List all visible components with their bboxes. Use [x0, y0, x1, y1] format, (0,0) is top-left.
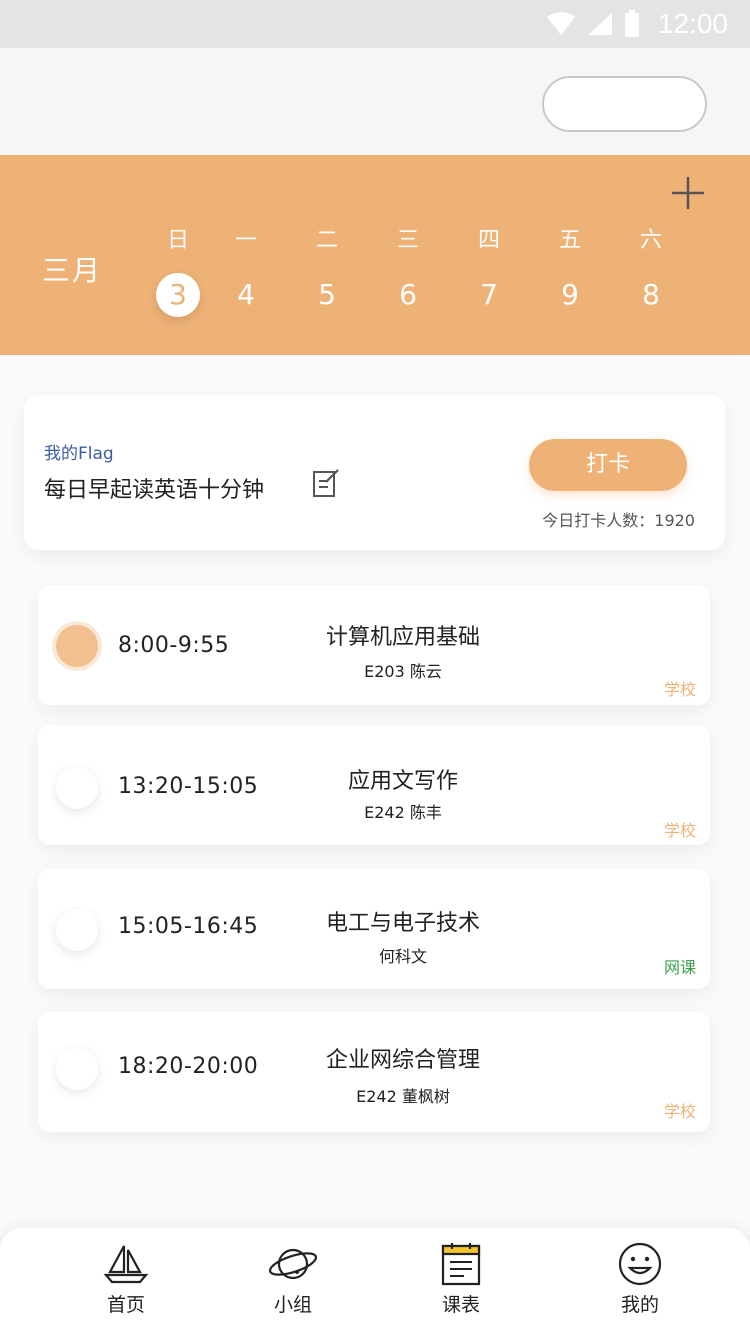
course-tag: 学校: [663, 821, 696, 840]
schedule-icon: [441, 1243, 481, 1286]
course-info: 何科文: [378, 947, 427, 966]
weekday-label: 六: [639, 228, 662, 253]
checkin-count: 今日打卡人数：1920: [542, 511, 695, 530]
course-time: 15:05-16:45: [118, 914, 259, 939]
day-column-fri[interactable]: 五 9: [540, 225, 600, 317]
planet-icon: [268, 1248, 318, 1280]
course-tag: 网课: [663, 958, 696, 977]
smiley-icon: [618, 1242, 662, 1286]
add-icon[interactable]: [670, 175, 706, 211]
course-status-dot[interactable]: [56, 625, 98, 667]
course-card[interactable]: 15:05-16:45 电工与电子技术 何科文 网课: [38, 869, 710, 989]
nav-label: 小组: [273, 1294, 312, 1316]
wifi-icon: [546, 12, 575, 35]
course-name: 企业网综合管理: [325, 1048, 480, 1073]
signal-icon: [587, 13, 612, 35]
weekday-label: 四: [477, 228, 500, 253]
weekday-label: 二: [315, 228, 338, 253]
course-card[interactable]: 13:20-15:05 应用文写作 E242 陈丰 学校: [38, 725, 710, 845]
month-label: 三月: [42, 254, 103, 287]
course-time: 18:20-20:00: [118, 1054, 259, 1079]
day-column-tue[interactable]: 二 5: [297, 225, 357, 317]
flag-label: 我的Flag: [44, 444, 114, 464]
weekday-label: 五: [558, 228, 581, 253]
edit-icon[interactable]: [312, 468, 340, 498]
date-number: 5: [318, 278, 336, 311]
day-column-thu[interactable]: 四 7: [459, 225, 519, 317]
header: [0, 48, 750, 155]
weekday-label: 日: [166, 228, 189, 253]
day-column-mon[interactable]: 一 4: [216, 225, 276, 317]
date-number: 6: [399, 278, 417, 311]
nav-item-home[interactable]: 首页: [76, 1242, 176, 1317]
weekday-label: 三: [396, 228, 419, 253]
course-tag: 学校: [663, 680, 696, 699]
course-name: 计算机应用基础: [325, 625, 480, 650]
flag-text: 每日早起读英语十分钟: [44, 478, 265, 503]
date-number: 8: [642, 278, 660, 311]
course-card[interactable]: 18:20-20:00 企业网综合管理 E242 董枫树 学校: [38, 1012, 710, 1132]
status-bar: 12:00: [0, 0, 750, 48]
nav-label: 首页: [106, 1294, 145, 1316]
nav-item-mine[interactable]: 我的: [590, 1242, 690, 1317]
date-number-selected: 3: [156, 273, 200, 317]
nav-item-schedule[interactable]: 课表: [411, 1242, 511, 1317]
course-info: E203 陈云: [364, 662, 442, 681]
battery-icon: [624, 10, 639, 37]
course-status-dot[interactable]: [56, 767, 98, 809]
sailboat-icon: [103, 1245, 149, 1284]
course-status-dot[interactable]: [56, 1048, 98, 1090]
day-column-sun[interactable]: 日 3: [148, 225, 208, 317]
course-info: E242 董枫树: [356, 1087, 450, 1106]
course-status-dot[interactable]: [56, 909, 98, 951]
course-tag: 学校: [663, 1102, 696, 1121]
course-name: 应用文写作: [347, 769, 458, 794]
course-name: 电工与电子技术: [325, 911, 480, 936]
flag-card: 我的Flag 每日早起读英语十分钟 打卡 今日打卡人数：1920: [24, 395, 725, 550]
course-time: 13:20-15:05: [118, 774, 259, 799]
checkin-button[interactable]: 打卡: [529, 439, 687, 491]
course-info: E242 陈丰: [364, 803, 442, 822]
status-time: 12:00: [657, 8, 728, 39]
date-number: 4: [237, 278, 255, 311]
date-number: 9: [561, 278, 579, 311]
nav-label: 课表: [441, 1294, 480, 1316]
bottom-nav: 首页 小组 课表 我的: [0, 1228, 750, 1334]
course-time: 8:00-9:55: [118, 633, 230, 658]
nav-item-group[interactable]: 小组: [243, 1242, 343, 1317]
course-card[interactable]: 8:00-9:55 计算机应用基础 E203 陈云 学校: [38, 585, 710, 705]
nav-label: 我的: [620, 1294, 659, 1316]
week-calendar: 三月 日 3 一 4 二 5 三 6 四 7 五 9 六 8: [0, 155, 750, 355]
weekday-label: 一: [234, 228, 257, 253]
day-column-wed[interactable]: 三 6: [378, 225, 438, 317]
date-number: 7: [480, 278, 498, 311]
day-column-sat[interactable]: 六 8: [621, 225, 681, 317]
header-pill-button[interactable]: [542, 76, 707, 132]
